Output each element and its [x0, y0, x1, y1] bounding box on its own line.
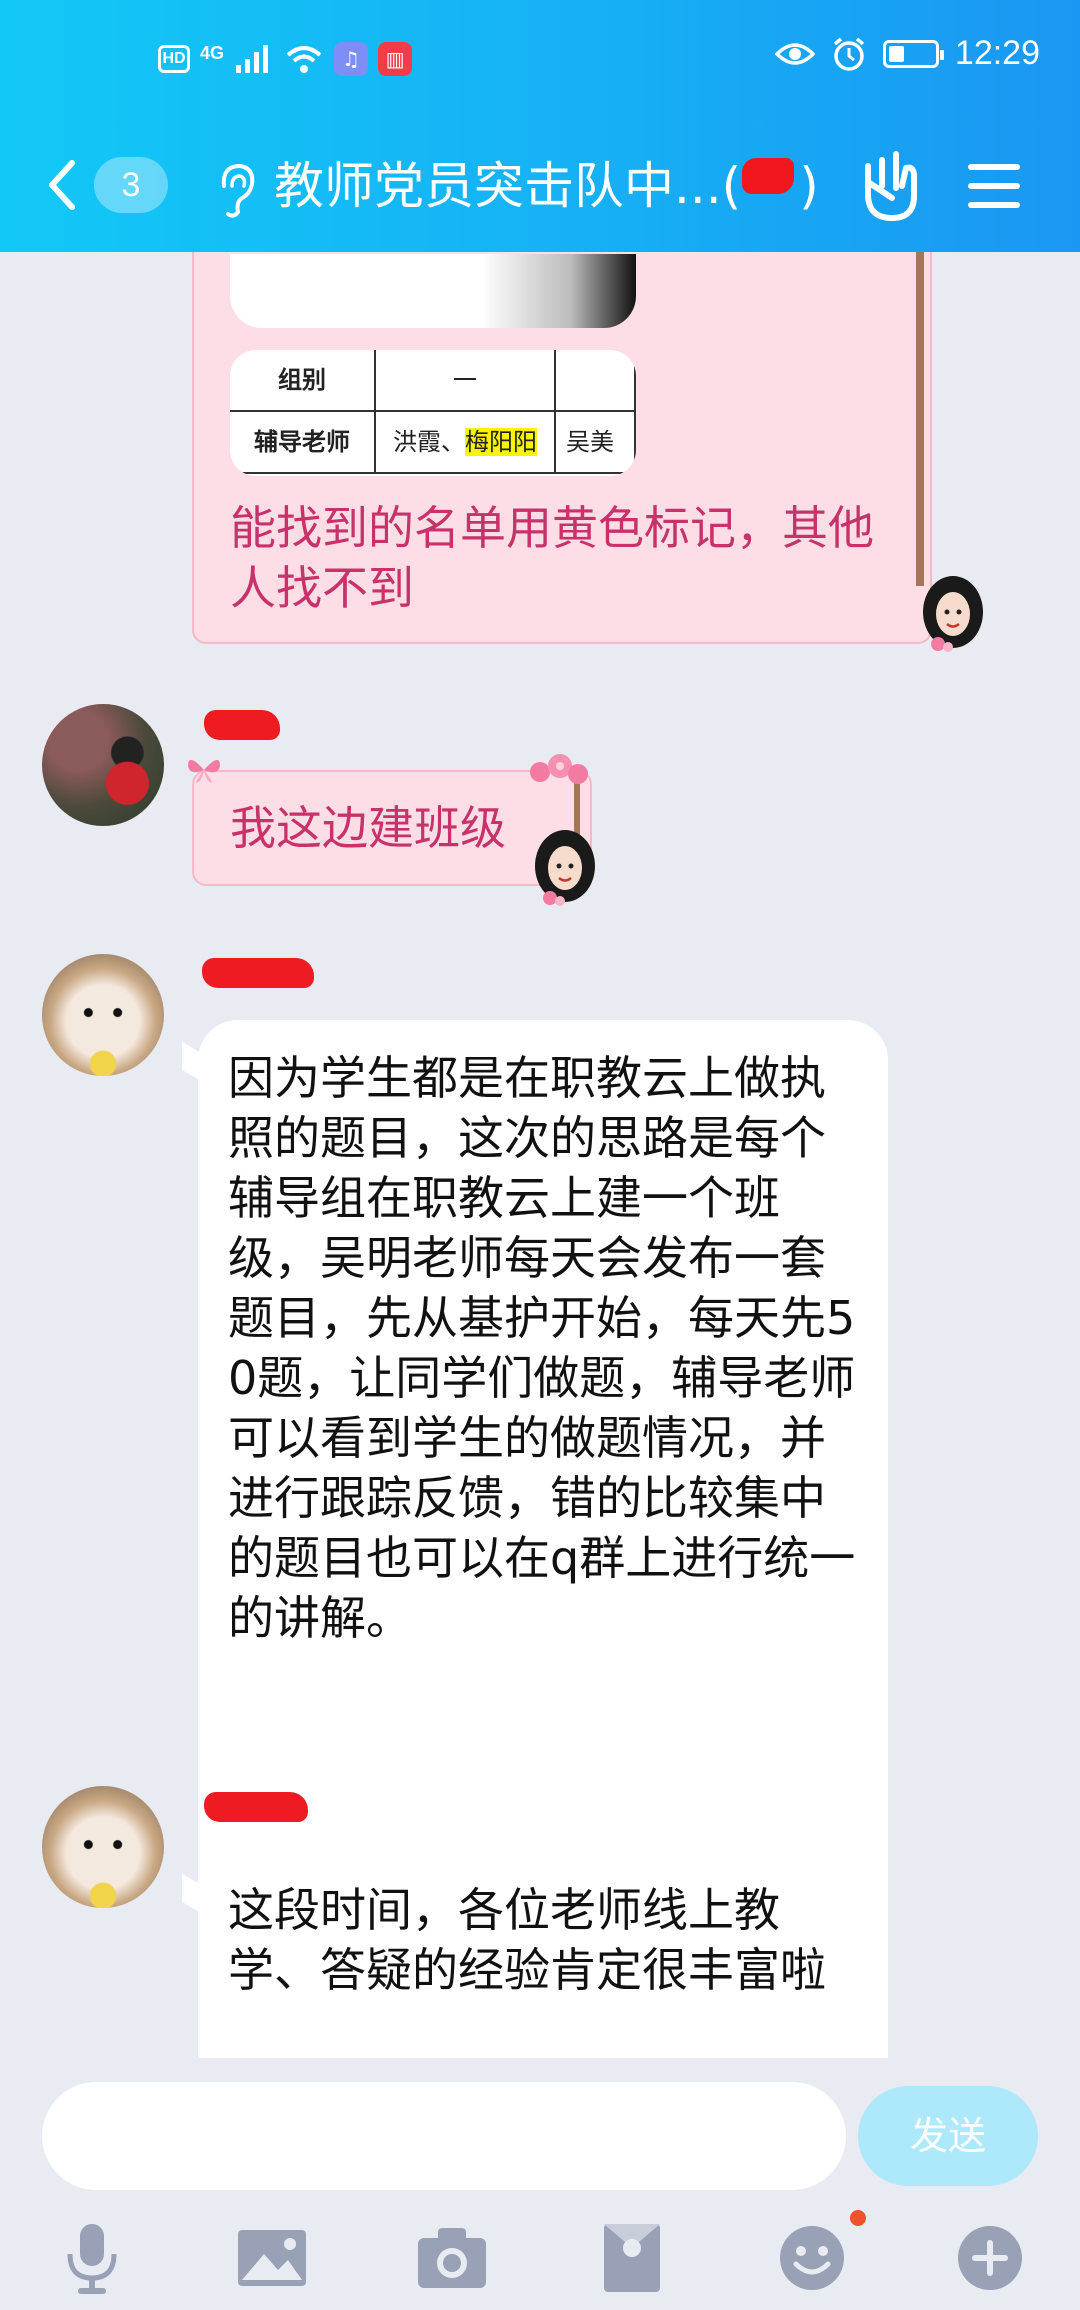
- table-cell: 一: [374, 350, 556, 412]
- sender-name-redacted-2: [202, 958, 314, 988]
- eye-icon: [774, 42, 815, 65]
- ear-icon[interactable]: [210, 160, 260, 220]
- bubble-frame-post: [916, 252, 924, 586]
- butterfly-icon: [188, 759, 220, 783]
- message-bubble-1[interactable]: 组别 一 辅导老师 洪霞、梅阳阳 吴美 能找到的名单用黄色标记，其他人找不到: [192, 252, 932, 644]
- input-area: 发送: [0, 2058, 1080, 2310]
- flower-decoration-icon: [530, 754, 588, 784]
- red-packet-icon[interactable]: [592, 2218, 672, 2298]
- status-bar: HD 4G ♫ ▥ 12:29: [0, 0, 1080, 120]
- wifi-icon: [286, 46, 322, 73]
- signal-icon: [236, 45, 269, 73]
- status-right: 12:29: [774, 34, 1040, 73]
- table-cell: 吴美: [554, 410, 636, 474]
- title-redaction: [742, 158, 794, 194]
- input-toolbar: [0, 2208, 1080, 2308]
- table-row: 辅导老师 洪霞、梅阳阳 吴美: [230, 410, 636, 474]
- bubble-sticker-1: [923, 576, 983, 652]
- network-type: 4G: [200, 42, 225, 63]
- camera-icon[interactable]: [412, 2218, 492, 2298]
- chat-title-text: 教师党员突击队中...(: [274, 157, 742, 215]
- schedule-table: 组别 一 辅导老师 洪霞、梅阳阳 吴美: [230, 350, 636, 474]
- plus-icon[interactable]: [950, 2218, 1030, 2298]
- music-app-icon: ♫: [334, 42, 369, 76]
- battery-icon: [882, 39, 944, 68]
- message-bubble-4[interactable]: 这段时间，各位老师线上教学、答疑的经验肯定很丰富啦: [182, 1852, 888, 2058]
- menu-icon[interactable]: [966, 158, 1022, 214]
- image-icon[interactable]: [232, 2218, 312, 2298]
- status-time: 12:29: [954, 34, 1040, 72]
- message-text-1: 能找到的名单用黄色标记，其他人找不到: [230, 501, 874, 615]
- status-left: HD 4G ♫ ▥: [158, 42, 413, 76]
- app-header: HD 4G ♫ ▥ 12:29 3 教师党员突击队中...(): [0, 0, 1080, 252]
- unread-count-badge: 3: [94, 157, 168, 213]
- send-button[interactable]: 发送: [858, 2086, 1038, 2186]
- table-cell: 洪霞、梅阳阳: [374, 410, 556, 474]
- sender-name-redacted-1: [204, 710, 280, 740]
- back-icon: [49, 160, 75, 210]
- message-text-2: 我这边建班级: [230, 801, 506, 855]
- table-cell: 组别: [230, 350, 376, 412]
- highlighted-name: 梅阳阳: [465, 428, 537, 456]
- message-text-3: 因为学生都是在职教云上做执照的题目，这次的思路是每个辅导组在职教云上建一个班级，…: [228, 1051, 856, 1645]
- avatar-sender-1[interactable]: [42, 704, 164, 826]
- table-cell: [554, 350, 636, 412]
- alarm-icon: [833, 37, 865, 71]
- message-input[interactable]: [42, 2082, 846, 2190]
- image-card-table[interactable]: 组别 一 辅导老师 洪霞、梅阳阳 吴美: [230, 350, 636, 476]
- message-bubble-3[interactable]: 因为学生都是在职教云上做执照的题目，这次的思路是每个辅导组在职教云上建一个班级，…: [182, 1020, 888, 1976]
- gesture-icon[interactable]: [858, 146, 922, 226]
- image-card-top[interactable]: [230, 254, 636, 328]
- back-button[interactable]: 3: [44, 152, 174, 218]
- table-row: 组别 一: [230, 350, 636, 412]
- book-app-icon: ▥: [378, 42, 413, 76]
- mic-icon[interactable]: [52, 2218, 132, 2298]
- message-text-4: 这段时间，各位老师线上教学、答疑的经验肯定很丰富啦: [228, 1883, 826, 1997]
- chat-title-suffix: ): [799, 157, 819, 215]
- emoji-icon[interactable]: [772, 2218, 852, 2298]
- avatar-sender-2[interactable]: [42, 954, 164, 1076]
- sender-name-redacted-3: [204, 1792, 308, 1822]
- hd-badge: HD: [158, 45, 190, 73]
- table-cell: 辅导老师: [230, 410, 376, 474]
- nav-bar: 3 教师党员突击队中...(): [0, 120, 1080, 252]
- emoji-notification-dot: [850, 2210, 866, 2226]
- chat-area[interactable]: 组别 一 辅导老师 洪霞、梅阳阳 吴美 能找到的名单用黄色标记，其他人找不到 我…: [0, 252, 1080, 2058]
- avatar-sender-3[interactable]: [42, 1786, 164, 1908]
- bubble-sticker-2: [535, 830, 595, 906]
